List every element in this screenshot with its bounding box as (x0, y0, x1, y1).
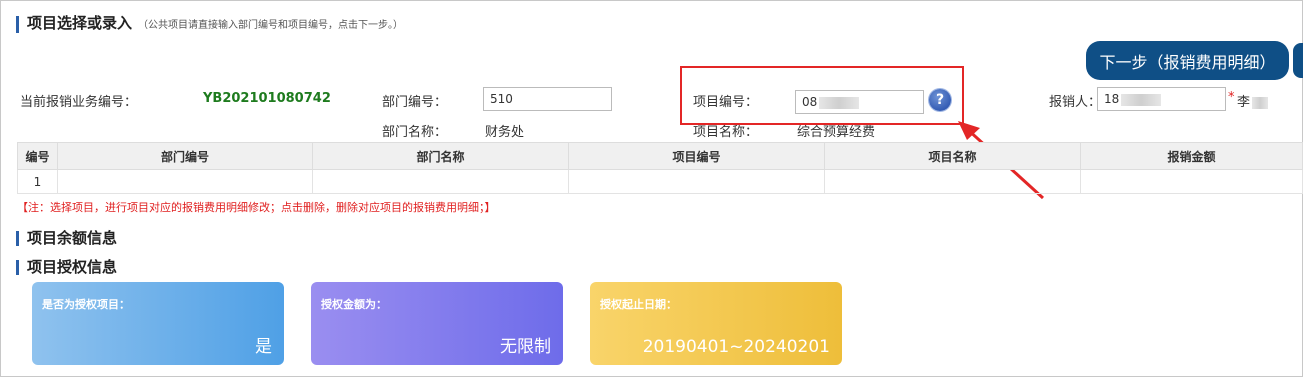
annotation-highlight-box (680, 66, 964, 125)
cell-dept-no (57, 169, 313, 194)
table-header-row: 编号 部门编号 部门名称 项目编号 项目名称 报销金额 (17, 142, 1303, 170)
required-mark: * (1228, 90, 1235, 105)
next-step-button[interactable]: 下一步（报销费用明细） (1086, 41, 1289, 80)
reimburser-label: 报销人： (1049, 95, 1102, 110)
card-title: 授权起止日期： (600, 298, 677, 311)
col-header-dept-no: 部门编号 (57, 142, 313, 170)
section-title-project-select: 项目选择或录入 （公共项目请直接输入部门编号和项目编号，点击下一步。） (16, 16, 403, 33)
card-value: 是 (255, 337, 272, 357)
col-header-amount: 报销金额 (1080, 142, 1303, 170)
dept-name-value: 财务处 (485, 125, 525, 140)
col-header-project-name: 项目名称 (824, 142, 1081, 170)
section-hint: （公共项目请直接输入部门编号和项目编号，点击下一步。） (138, 20, 404, 31)
reimburser-input[interactable]: 18 (1097, 87, 1226, 111)
dept-no-label: 部门编号： (382, 95, 448, 110)
col-header-no: 编号 (17, 142, 58, 170)
cell-no: 1 (17, 169, 58, 194)
reimburser-name-text: 李 (1237, 95, 1251, 110)
redacted-mask (1121, 93, 1162, 106)
business-no-value: YB202101080742 (203, 91, 331, 106)
table-row[interactable]: 1 (17, 169, 1303, 194)
card-title: 授权金额为： (321, 298, 387, 311)
section-title-auth: 项目授权信息 (16, 260, 117, 275)
card-value: 20190401~20240201 (642, 337, 830, 357)
cell-amount (1080, 169, 1303, 194)
project-table: 编号 部门编号 部门名称 项目编号 项目名称 报销金额 1 (17, 142, 1303, 194)
next-button-edge (1293, 43, 1303, 78)
cell-project-no (568, 169, 825, 194)
card-value: 无限制 (500, 337, 551, 357)
reimburser-name: 李 (1237, 91, 1269, 110)
business-no-label: 当前报销业务编号： (20, 95, 138, 110)
card-title: 是否为授权项目： (42, 298, 130, 311)
col-header-dept-name: 部门名称 (312, 142, 569, 170)
redacted-mask (1252, 96, 1269, 109)
table-note: 【注：选择项目，进行项目对应的报销费用明细修改；点击删除，删除对应项目的报销费用… (17, 201, 496, 214)
auth-project-card: 是否为授权项目： 是 (32, 282, 284, 365)
auth-amount-card: 授权金额为： 无限制 (311, 282, 563, 365)
auth-period-card: 授权起止日期： 20190401~20240201 (590, 282, 842, 365)
dept-no-input[interactable]: 510 (483, 87, 612, 111)
col-header-project-no: 项目编号 (568, 142, 825, 170)
cell-project-name (824, 169, 1081, 194)
cell-dept-name (312, 169, 569, 194)
section-title-text: 项目选择或录入 (27, 14, 133, 32)
reimburser-value: 18 (1104, 92, 1120, 106)
section-title-balance: 项目余额信息 (16, 231, 117, 246)
dept-name-label: 部门名称： (382, 125, 448, 140)
